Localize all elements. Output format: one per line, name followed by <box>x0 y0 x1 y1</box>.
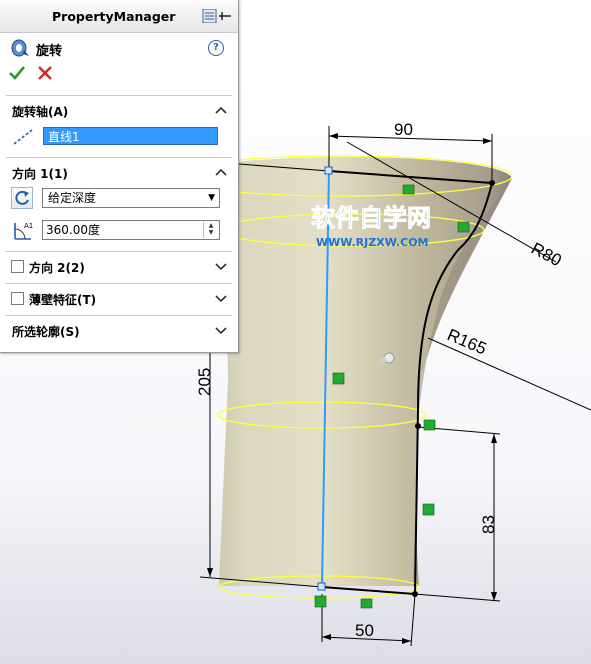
spin-up-icon[interactable]: ▲ <box>204 222 218 229</box>
line-icon <box>13 129 33 145</box>
ok-checkmark-icon[interactable] <box>8 64 26 82</box>
spin-down-icon[interactable]: ▼ <box>204 229 218 236</box>
end-condition-select[interactable]: 给定深度 ▼ <box>42 188 220 208</box>
help-icon[interactable]: ? <box>208 40 224 56</box>
feature-name: 旋转 <box>36 44 63 59</box>
divider <box>6 283 232 284</box>
property-manager: PropertyManager 旋转 ? 旋转轴(A) 直线1 方向 1(1) <box>0 0 239 353</box>
section-direction2-title[interactable]: 方向 2(2) <box>29 259 85 276</box>
angle-input[interactable]: 360.00度 ▲ ▼ <box>42 220 220 240</box>
chevron-down-icon[interactable] <box>215 294 227 304</box>
axis-endpoint-top <box>324 166 333 175</box>
divider <box>6 157 232 158</box>
divider <box>6 251 232 252</box>
pin-icon[interactable] <box>202 9 232 23</box>
divider <box>6 315 232 316</box>
reverse-direction-button[interactable] <box>11 187 33 209</box>
revolve-icon <box>11 39 29 57</box>
svg-text:软件自学网: 软件自学网 <box>311 204 431 232</box>
svg-text:WWW.RJZXW.COM: WWW.RJZXW.COM <box>316 236 429 249</box>
section-direction1-title[interactable]: 方向 1(1) <box>12 165 68 182</box>
watermark: 软件自学网 WWW.RJZXW.COM <box>311 204 432 249</box>
axis-endpoint-bottom <box>317 582 326 591</box>
dim-height[interactable]: 205 <box>195 368 214 396</box>
angle-icon: A1 <box>14 222 33 240</box>
chevron-up-icon[interactable] <box>215 105 227 115</box>
dropdown-arrow-icon: ▼ <box>208 193 215 203</box>
section-axis-title[interactable]: 旋转轴(A) <box>12 103 68 120</box>
section-selected-contours-title[interactable]: 所选轮廓(S) <box>12 323 80 340</box>
cancel-x-icon[interactable] <box>36 64 54 82</box>
reverse-direction-icon <box>15 190 29 205</box>
chevron-down-icon[interactable] <box>215 262 227 272</box>
pm-title-bar: PropertyManager <box>0 0 238 33</box>
chevron-up-icon[interactable] <box>215 167 227 177</box>
svg-text:A1: A1 <box>24 222 33 230</box>
dim-top-width[interactable]: 90 <box>394 120 413 139</box>
pm-title: PropertyManager <box>52 9 176 24</box>
dim-bottom-width[interactable]: 50 <box>355 621 374 640</box>
section-thin-feature-title[interactable]: 薄壁特征(T) <box>29 291 96 308</box>
angle-value: 360.00度 <box>46 223 100 237</box>
axis-selection-field[interactable]: 直线1 <box>43 127 218 145</box>
direction2-checkbox[interactable] <box>11 260 24 273</box>
divider <box>6 95 232 96</box>
dim-lower-height[interactable]: 83 <box>479 515 498 534</box>
thin-feature-checkbox[interactable] <box>11 292 24 305</box>
end-condition-value: 给定深度 <box>48 191 97 205</box>
chevron-down-icon[interactable] <box>215 326 227 336</box>
angle-spinner[interactable]: ▲ ▼ <box>203 222 218 238</box>
